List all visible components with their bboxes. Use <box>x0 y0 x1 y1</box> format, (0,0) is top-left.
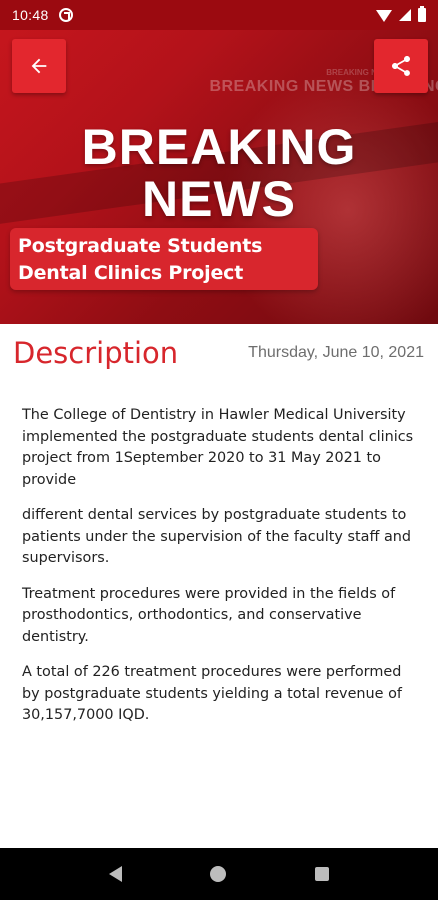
nav-home-icon[interactable] <box>210 866 227 882</box>
app-notification-icon <box>58 8 73 22</box>
article-paragraph: A total of 226 treatment procedures were… <box>22 664 402 723</box>
status-time: 10:48 <box>12 7 49 23</box>
status-bar: 10:48 <box>0 0 438 30</box>
banner-caption-line2: Dental Clinics Project <box>18 262 244 284</box>
system-nav-bar <box>0 848 438 900</box>
banner-caption-line1: Postgraduate Students <box>18 235 263 257</box>
wifi-icon <box>376 10 392 22</box>
nav-back-icon[interactable] <box>109 866 123 882</box>
article-paragraph: The College of Dentistry in Hawler Medic… <box>22 407 414 488</box>
banner-title-line1: BREAKING <box>81 119 357 175</box>
banner-caption: Postgraduate Students Dental Clinics Pro… <box>10 228 318 290</box>
description-heading: Description <box>13 336 179 370</box>
nav-recents-icon[interactable] <box>314 867 329 881</box>
banner-title-line2: NEWS <box>142 171 296 227</box>
status-icons <box>376 6 426 22</box>
article-paragraph: Treatment procedures were provided in th… <box>22 585 396 645</box>
share-icon <box>392 56 410 76</box>
signal-icon <box>399 9 411 21</box>
battery-icon <box>418 6 426 22</box>
back-button[interactable] <box>12 39 66 93</box>
article-paragraph: different dental services by postgraduat… <box>22 507 412 566</box>
article-body: The College of Dentistry in Hawler Medic… <box>22 405 422 741</box>
arrow-back-icon <box>31 58 47 74</box>
article-date: Thursday, June 10, 2021 <box>248 344 424 361</box>
share-button[interactable] <box>374 39 428 93</box>
